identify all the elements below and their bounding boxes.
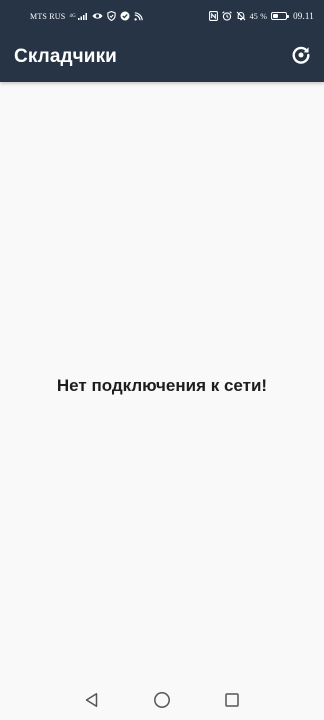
battery-icon xyxy=(271,12,290,20)
system-navigation-bar xyxy=(0,686,324,720)
clock-time: 09.11 xyxy=(293,11,314,21)
no-connection-message: Нет подключения к сети! xyxy=(56,376,268,395)
refresh-icon xyxy=(290,44,312,71)
app-screen: MTS RUS 4G 45 % 09.11 Складчики Нет подк… xyxy=(0,0,324,720)
recents-icon xyxy=(224,692,240,713)
status-bar: MTS RUS 4G 45 % 09.11 xyxy=(0,0,324,32)
back-button[interactable] xyxy=(81,691,103,713)
app-toolbar: Складчики xyxy=(0,32,324,82)
cast-icon xyxy=(134,11,143,21)
recents-button[interactable] xyxy=(221,691,243,713)
eye-icon xyxy=(92,12,103,20)
bell-off-icon xyxy=(236,11,246,21)
nfc-icon xyxy=(208,11,218,21)
status-bar-right: 45 % 09.11 xyxy=(208,11,314,21)
back-icon xyxy=(84,692,100,713)
home-icon xyxy=(153,691,171,714)
alarm-icon xyxy=(221,11,232,21)
battery-percent-label: 45 % xyxy=(249,11,268,21)
refresh-button[interactable] xyxy=(286,42,316,72)
app-title: Складчики xyxy=(14,46,117,67)
network-type-label: 4G xyxy=(69,13,76,19)
shield-icon xyxy=(107,11,116,21)
battery-level-fill xyxy=(273,14,279,18)
home-button[interactable] xyxy=(151,691,173,713)
carrier-label: MTS RUS xyxy=(30,11,66,21)
signal-icon xyxy=(77,12,88,20)
status-bar-left: MTS RUS 4G xyxy=(30,11,143,21)
main-content: Нет подключения к сети! xyxy=(0,82,324,686)
check-circle-icon xyxy=(120,11,130,21)
